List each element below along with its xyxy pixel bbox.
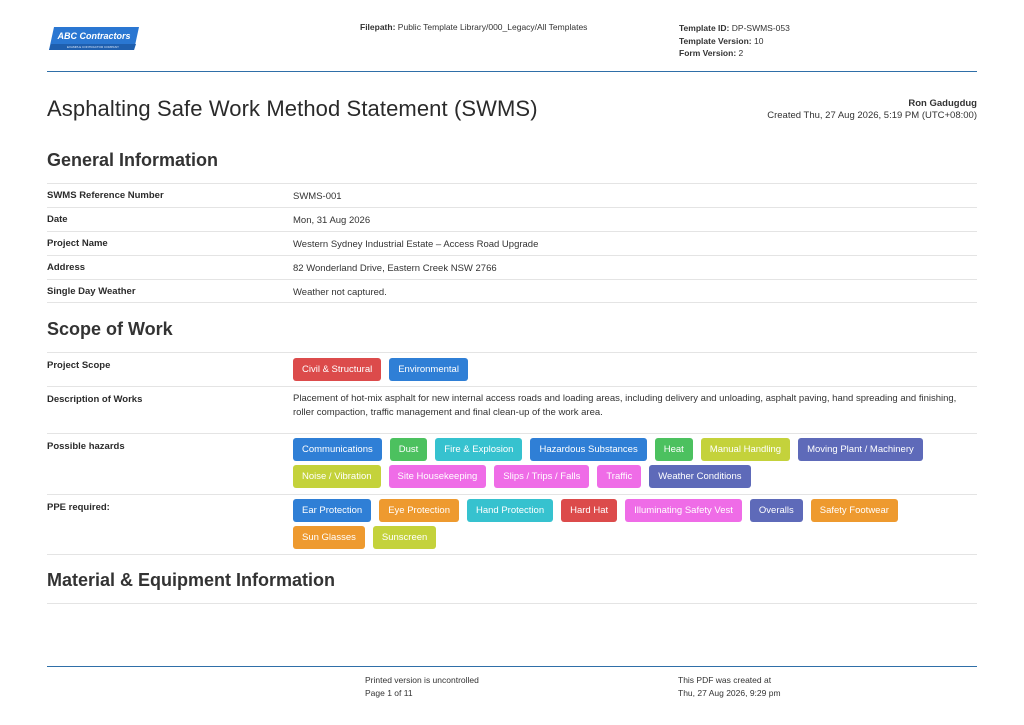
tag-chip: Heat [654, 438, 693, 461]
row-label: Project Name [47, 238, 108, 249]
pdf-created-value: Thu, 27 Aug 2026, 9:29 pm [678, 687, 781, 698]
section-scope-of-work: Scope of Work [47, 319, 173, 339]
uncontrolled-notice: Printed version is uncontrolled [365, 675, 479, 685]
row-value: Mon, 31 Aug 2026 [293, 215, 371, 226]
page-number: Page 1 of 11 [365, 687, 413, 698]
tag-chip: Hand Protection [467, 499, 554, 522]
logo-tagline: EXAMPLE CONTRACTOR COMPANY [67, 45, 119, 49]
tag-chip: Civil & Structural [293, 358, 382, 381]
tag-chip: Manual Handling [700, 438, 791, 461]
ppe-tags: Ear Protection Eye Protection Hand Protect… [293, 499, 977, 549]
tag-chip: Site Housekeeping [388, 465, 487, 488]
tag-chip: Communications [293, 438, 382, 461]
row-label: Address [47, 262, 86, 273]
template-meta: Template ID: DP-SWMS-053 Template Versio… [679, 22, 790, 60]
tag-chip: Sun Glasses [293, 526, 365, 549]
tag-chip: Illuminating Safety Vest [625, 499, 742, 522]
row-value: Western Sydney Industrial Estate – Acces… [293, 239, 539, 250]
logo-name: ABC Contractors [56, 31, 130, 41]
hazards-label: Possible hazards [47, 441, 125, 452]
form-version-label: Form Version: [679, 48, 737, 58]
table-row: SWMS Reference Number SWMS-001 [47, 183, 977, 207]
author-name: Ron Gadugdug [908, 98, 977, 109]
section-general-information: General Information [47, 150, 219, 170]
scope-of-work-table: Project Scope Civil & Structural Environm… [47, 352, 977, 555]
tag-chip: Ear Protection [293, 499, 372, 522]
header-divider [47, 71, 977, 72]
tag-chip: Safety Footwear [810, 499, 898, 522]
row-value: Weather not captured. [293, 287, 387, 298]
table-row-project-scope: Project Scope Civil & Structural Environm… [47, 352, 977, 386]
row-label: Single Day Weather [47, 286, 136, 297]
filepath-label: Filepath: [360, 22, 396, 32]
description-label: Description of Works [47, 394, 143, 405]
general-information-table: SWMS Reference Number SWMS-001 Date Mon,… [47, 183, 977, 303]
row-label: SWMS Reference Number [47, 190, 164, 201]
tag-chip: Weather Conditions [649, 465, 751, 488]
company-logo: ABC Contractors EXAMPLE CONTRACTOR COMPA… [48, 26, 140, 51]
tag-chip: Noise / Vibration [293, 465, 381, 488]
description-value: Placement of hot-mix asphalt for new int… [293, 393, 957, 418]
tag-chip: Overalls [749, 499, 803, 522]
tag-chip: Slips / Trips / Falls [494, 465, 590, 488]
row-label: Date [47, 214, 68, 225]
tag-chip: Dust [389, 438, 428, 461]
table-row: Date Mon, 31 Aug 2026 [47, 207, 977, 231]
tag-chip: Eye Protection [379, 499, 459, 522]
template-id-value: DP-SWMS-053 [731, 23, 790, 33]
form-version-value: 2 [738, 48, 744, 58]
filepath: Filepath: Public Template Library/000_Le… [360, 22, 587, 32]
table-row-ppe: PPE required: Ear Protection Eye Protecti… [47, 494, 977, 555]
filepath-value: Public Template Library/000_Legacy/All T… [397, 22, 588, 32]
ppe-label: PPE required: [47, 502, 110, 513]
tag-chip: Traffic [597, 465, 642, 488]
template-version-value: 10 [753, 35, 764, 46]
row-value: 82 Wonderland Drive, Eastern Creek NSW 2… [293, 263, 497, 274]
project-scope-tags: Civil & Structural Environmental [293, 358, 977, 381]
pdf-created-label: This PDF was created at [678, 675, 772, 685]
template-version-label: Template Version: [679, 35, 752, 46]
table-row: Project Name Western Sydney Industrial E… [47, 231, 977, 255]
tag-chip: Moving Plant / Machinery [798, 438, 923, 461]
table-row: Single Day Weather Weather not captured. [47, 279, 977, 303]
author-block: Ron Gadugdug Created Thu, 27 Aug 2026, 5… [767, 98, 977, 121]
hazard-tags: Communications Dust Fire & Explosion Hazard… [293, 438, 977, 488]
created-timestamp: Created Thu, 27 Aug 2026, 5:19 PM (UTC+0… [767, 109, 977, 121]
tag-chip: Sunscreen [372, 526, 437, 549]
table-row: Address 82 Wonderland Drive, Eastern Cre… [47, 255, 977, 279]
footer-left: Printed version is uncontrolled Page 1 o… [365, 674, 479, 699]
page-header: ABC Contractors EXAMPLE CONTRACTOR COMPA… [0, 0, 1024, 72]
tag-chip: Fire & Explosion [435, 438, 523, 461]
footer-right: This PDF was created at Thu, 27 Aug 2026… [678, 674, 781, 699]
project-scope-label: Project Scope [47, 360, 111, 371]
document-title: Asphalting Safe Work Method Statement (S… [47, 96, 538, 121]
template-id-label: Template ID: [679, 23, 730, 33]
section-divider [47, 603, 977, 604]
table-row-hazards: Possible hazards Communications Dust Fire … [47, 433, 977, 494]
table-row-description: Description of Works Placement of hot-mi… [47, 386, 977, 433]
tag-chip: Hazardous Substances [530, 438, 647, 461]
tag-chip: Environmental [389, 358, 468, 381]
footer-divider [47, 666, 977, 667]
tag-chip: Hard Hat [561, 499, 618, 522]
row-value: SWMS-001 [293, 191, 342, 202]
section-material-equipment: Material & Equipment Information [47, 570, 336, 590]
